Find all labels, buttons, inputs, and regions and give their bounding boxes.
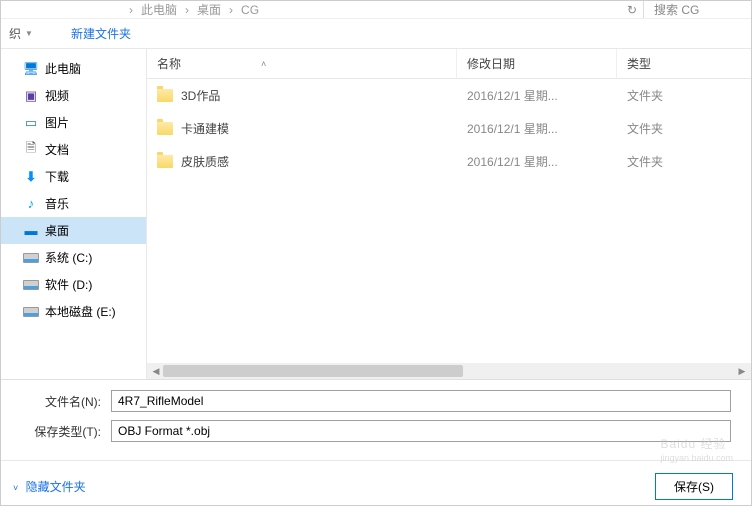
disk-icon bbox=[23, 304, 39, 320]
filename-input[interactable] bbox=[111, 390, 731, 412]
sort-arrow-icon: ˄ bbox=[261, 59, 266, 69]
file-name: 皮肤质感 bbox=[181, 153, 229, 170]
sidebar-item[interactable]: 🖥 此电脑 bbox=[1, 55, 146, 82]
file-row[interactable]: 卡通建模 2016/12/1 星期...文件夹 bbox=[147, 112, 751, 145]
breadcrumb-part[interactable]: CG bbox=[241, 3, 259, 17]
folder-icon bbox=[157, 122, 173, 135]
icon-pic-icon: ▭ bbox=[23, 115, 39, 131]
breadcrumb-part[interactable]: 此电脑 bbox=[141, 1, 177, 18]
chevron-down-icon: ▼ bbox=[25, 29, 33, 38]
sidebar-item[interactable]: ⬇ 下载 bbox=[1, 163, 146, 190]
horizontal-scrollbar[interactable]: ◀ ▶ bbox=[147, 363, 751, 379]
filetype-label: 保存类型(T): bbox=[31, 423, 111, 440]
sidebar-item[interactable]: ▭ 图片 bbox=[1, 109, 146, 136]
sidebar-item[interactable]: ▣ 视频 bbox=[1, 82, 146, 109]
new-folder-button[interactable]: 新建文件夹 bbox=[63, 21, 139, 46]
breadcrumb-sep: › bbox=[129, 3, 133, 17]
sidebar-item[interactable]: ▬ 桌面 bbox=[1, 217, 146, 244]
search-input[interactable]: 搜索 CG bbox=[643, 1, 743, 18]
file-type: 文件夹 bbox=[617, 81, 717, 110]
disk-icon bbox=[23, 277, 39, 293]
icon-doc-icon: 🗎 bbox=[23, 142, 39, 158]
column-date[interactable]: 修改日期 bbox=[457, 49, 617, 78]
hide-folders-link[interactable]: ˅ 隐藏文件夹 bbox=[13, 478, 86, 495]
address-bar: › 此电脑 › 桌面 › CG ↻ 搜索 CG bbox=[1, 1, 751, 19]
icon-music-icon: ♪ bbox=[23, 196, 39, 212]
sidebar-item-label: 音乐 bbox=[45, 195, 69, 212]
sidebar-item[interactable]: 系统 (C:) bbox=[1, 244, 146, 271]
sidebar-item[interactable]: 本地磁盘 (E:) bbox=[1, 298, 146, 325]
file-date: 2016/12/1 星期... bbox=[457, 147, 617, 176]
column-headers: 名称 ˄ 修改日期 类型 bbox=[147, 49, 751, 79]
file-date: 2016/12/1 星期... bbox=[457, 81, 617, 110]
file-type: 文件夹 bbox=[617, 114, 717, 143]
sidebar-item-label: 图片 bbox=[45, 114, 69, 131]
folder-icon bbox=[157, 89, 173, 102]
sidebar-item-label: 下载 bbox=[45, 168, 69, 185]
file-name: 3D作品 bbox=[181, 87, 220, 104]
breadcrumb[interactable]: › 此电脑 › 桌面 › CG bbox=[9, 1, 627, 18]
file-row[interactable]: 皮肤质感 2016/12/1 星期...文件夹 bbox=[147, 145, 751, 178]
sidebar-item-label: 软件 (D:) bbox=[45, 276, 92, 293]
file-row[interactable]: 3D作品 2016/12/1 星期...文件夹 bbox=[147, 79, 751, 112]
save-button[interactable]: 保存(S) bbox=[655, 473, 733, 500]
sidebar-item[interactable]: 软件 (D:) bbox=[1, 271, 146, 298]
file-list-area: 名称 ˄ 修改日期 类型 3D作品2016/12/1 星期...文件夹卡通建模2… bbox=[146, 49, 751, 379]
icon-download-icon: ⬇ bbox=[23, 169, 39, 185]
chevron-down-icon: ˅ bbox=[13, 483, 18, 493]
icon-desktop-icon: ▬ bbox=[23, 223, 39, 239]
form-area: 文件名(N): 保存类型(T): bbox=[1, 379, 751, 460]
sidebar-item-label: 此电脑 bbox=[45, 60, 81, 77]
breadcrumb-sep: › bbox=[185, 3, 189, 17]
scroll-right-icon[interactable]: ▶ bbox=[735, 366, 749, 377]
refresh-icon[interactable]: ↻ bbox=[627, 3, 637, 17]
file-type: 文件夹 bbox=[617, 147, 717, 176]
column-name[interactable]: 名称 ˄ bbox=[147, 49, 457, 78]
icon-monitor-icon: 🖥 bbox=[23, 61, 39, 77]
column-type[interactable]: 类型 bbox=[617, 49, 717, 78]
file-list: 3D作品2016/12/1 星期...文件夹卡通建模2016/12/1 星期..… bbox=[147, 79, 751, 363]
sidebar-item-label: 系统 (C:) bbox=[45, 249, 92, 266]
sidebar-item-label: 本地磁盘 (E:) bbox=[45, 303, 116, 320]
toolbar: 织 ▼ 新建文件夹 bbox=[1, 19, 751, 49]
sidebar-item-label: 视频 bbox=[45, 87, 69, 104]
organize-menu[interactable]: 织 ▼ bbox=[9, 25, 33, 42]
scroll-left-icon[interactable]: ◀ bbox=[149, 366, 163, 377]
filename-label: 文件名(N): bbox=[31, 393, 111, 410]
filetype-select[interactable] bbox=[111, 420, 731, 442]
scroll-thumb[interactable] bbox=[163, 365, 463, 377]
sidebar-item-label: 桌面 bbox=[45, 222, 69, 239]
breadcrumb-part[interactable]: 桌面 bbox=[197, 1, 221, 18]
folder-icon bbox=[157, 155, 173, 168]
sidebar: 🖥 此电脑 ▣ 视频 ▭ 图片 🗎 文档 ⬇ 下载 ♪ 音乐 ▬ 桌面系统 (C:) 软件 (D:) 本地磁盘… bbox=[1, 49, 146, 379]
bottom-bar: ˅ 隐藏文件夹 保存(S) bbox=[1, 460, 751, 510]
disk-icon bbox=[23, 250, 39, 266]
breadcrumb-sep: › bbox=[229, 3, 233, 17]
sidebar-item[interactable]: ♪ 音乐 bbox=[1, 190, 146, 217]
file-name: 卡通建模 bbox=[181, 120, 229, 137]
file-date: 2016/12/1 星期... bbox=[457, 114, 617, 143]
sidebar-item[interactable]: 🗎 文档 bbox=[1, 136, 146, 163]
icon-video-icon: ▣ bbox=[23, 88, 39, 104]
sidebar-item-label: 文档 bbox=[45, 141, 69, 158]
